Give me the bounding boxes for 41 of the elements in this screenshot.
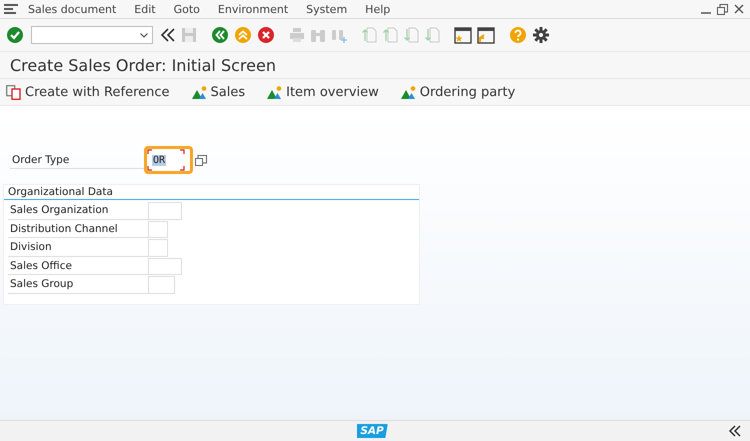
screen-title: Create Sales Order: Initial Screen [10, 56, 276, 74]
menu-item[interactable]: Sales document [28, 2, 116, 16]
input-field[interactable] [148, 202, 182, 220]
copy-icon [6, 84, 21, 100]
page-down-icon[interactable] [424, 27, 440, 43]
restore-icon[interactable] [717, 4, 728, 14]
mountain-person-icon [192, 86, 207, 98]
command-field[interactable] [31, 26, 153, 44]
checkmark-icon[interactable] [6, 26, 24, 44]
input-field[interactable] [148, 239, 168, 256]
toolbar-button[interactable]: Create with Reference [6, 84, 170, 100]
value-help-icon[interactable] [195, 154, 207, 166]
toolbar-button[interactable]: Item overview [267, 84, 379, 100]
input-field[interactable] [148, 220, 168, 238]
collapse-icon[interactable] [160, 28, 176, 42]
page-up-icon[interactable] [361, 27, 377, 43]
menu-item[interactable]: Edit [134, 2, 156, 16]
mountain-person-icon [267, 86, 282, 98]
dropdown-icon [140, 32, 148, 38]
toolbar-button[interactable]: Ordering party [400, 84, 516, 100]
back-icon[interactable] [211, 26, 229, 44]
menu-item[interactable]: System [306, 2, 348, 16]
help-icon[interactable] [509, 26, 527, 44]
order-type-field[interactable]: OR [144, 146, 193, 174]
cancel-icon[interactable] [257, 26, 275, 44]
menu-item[interactable]: Help [365, 2, 390, 16]
input-field[interactable] [148, 258, 182, 275]
page-down-icon[interactable] [403, 27, 419, 43]
menu-item[interactable]: Goto [174, 2, 200, 16]
binoculars-plus-icon[interactable] [331, 27, 347, 43]
print-icon[interactable] [289, 27, 305, 43]
input-field[interactable] [148, 276, 175, 294]
close-icon[interactable] [734, 4, 744, 14]
menu-icon[interactable] [4, 3, 18, 15]
mountain-person-icon [400, 86, 416, 98]
exit-icon[interactable] [234, 26, 252, 44]
page-up-icon[interactable] [382, 27, 398, 43]
expand-icon[interactable] [728, 425, 742, 437]
menu-item[interactable]: Environment [218, 2, 288, 16]
group-title: Organizational Data [4, 185, 419, 200]
toolbar-button[interactable]: Sales [192, 84, 246, 100]
